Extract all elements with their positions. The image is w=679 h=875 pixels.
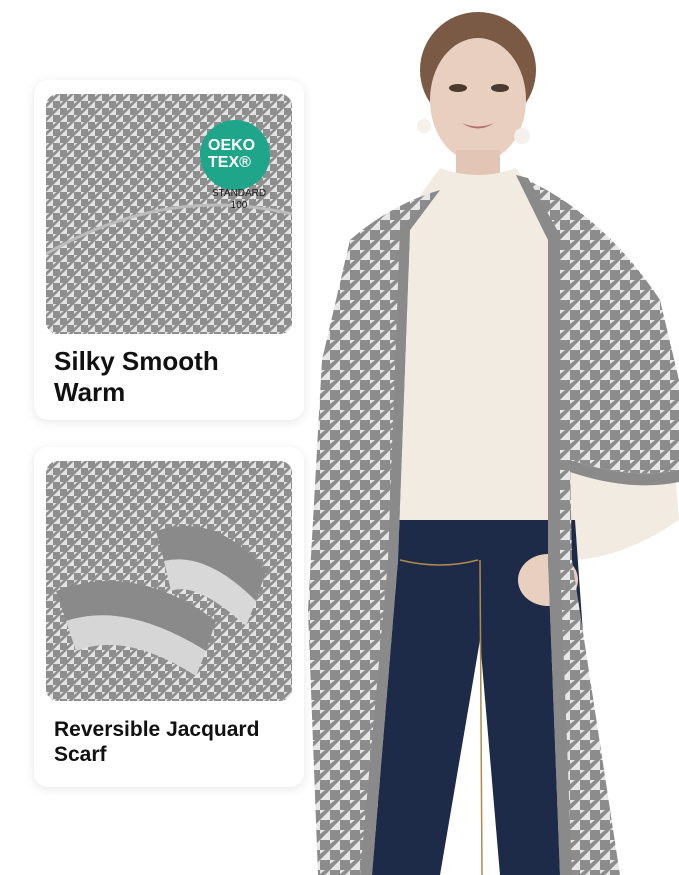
- badge-line-2: TEX®: [208, 154, 251, 171]
- folded-scarf-image: [46, 461, 292, 701]
- feature-line-1: Silky Smooth: [54, 346, 219, 376]
- oeko-tex-badge: OEKO TEX®: [200, 120, 270, 190]
- badge-standard-label: STANDARD: [211, 188, 267, 199]
- feature-line-2: Scarf: [54, 743, 107, 767]
- feature-text: Reversible Jacquard Scarf: [54, 717, 259, 767]
- badge-standard: STANDARD 100: [204, 188, 274, 212]
- badge-line-1: OEKO: [208, 137, 256, 155]
- feature-text: Silky Smooth Warm: [54, 346, 219, 408]
- badge-standard-number: 100: [230, 200, 248, 211]
- feature-card-silky: Silky Smooth Warm: [34, 80, 304, 420]
- feature-line-1: Reversible Jacquard: [54, 718, 260, 741]
- model-head: [417, 12, 536, 180]
- feature-card-reversible: Reversible Jacquard Scarf: [34, 447, 304, 787]
- feature-line-2: Warm: [54, 377, 126, 408]
